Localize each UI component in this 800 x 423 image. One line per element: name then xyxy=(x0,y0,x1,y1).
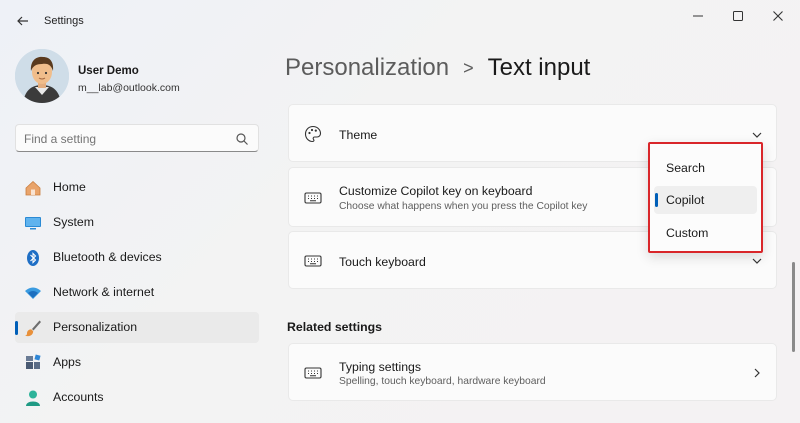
sidebar-item-label: Accounts xyxy=(53,390,104,404)
card-title: Touch keyboard xyxy=(339,255,426,269)
selected-indicator xyxy=(655,193,658,207)
sidebar-item-label: Home xyxy=(53,180,86,194)
brush-icon xyxy=(25,320,41,337)
breadcrumb-separator: > xyxy=(463,57,474,78)
accounts-icon xyxy=(26,390,40,406)
option-label: Search xyxy=(666,161,705,175)
app-title: Settings xyxy=(44,15,84,27)
sidebar-item-personalization[interactable]: Personalization xyxy=(15,312,259,343)
maximize-button[interactable] xyxy=(720,4,756,28)
chevron-down-icon[interactable] xyxy=(750,254,764,268)
minimize-icon xyxy=(693,15,703,17)
chevron-down-icon[interactable] xyxy=(750,128,764,142)
back-button[interactable] xyxy=(10,8,36,34)
sidebar-item-label: Apps xyxy=(53,355,82,369)
search-icon xyxy=(236,133,248,145)
sidebar-item-home[interactable]: Home xyxy=(15,172,259,203)
card-title: Theme xyxy=(339,128,378,142)
profile-email: m__lab@outlook.com xyxy=(78,82,180,94)
bluetooth-icon xyxy=(27,250,39,266)
sidebar-item-label: Network & internet xyxy=(53,285,155,299)
chevron-right-icon[interactable] xyxy=(750,366,764,380)
sidebar-item-label: System xyxy=(53,215,94,229)
apps-icon xyxy=(26,354,41,369)
dropdown-option-search[interactable]: Search xyxy=(654,154,757,182)
card-title: Customize Copilot key on keyboard xyxy=(339,184,533,198)
search-input[interactable] xyxy=(24,130,224,148)
keyboard-icon xyxy=(304,367,322,379)
card-subtitle: Spelling, touch keyboard, hardware keybo… xyxy=(339,376,546,387)
home-icon xyxy=(25,180,41,196)
sidebar-item-apps[interactable]: Apps xyxy=(15,347,259,378)
breadcrumb: Personalization > Text input xyxy=(285,52,590,84)
user-avatar-icon xyxy=(15,49,69,103)
sidebar-item-bluetooth[interactable]: Bluetooth & devices xyxy=(15,242,259,273)
page-title: Text input xyxy=(487,54,591,81)
card-subtitle: Choose what happens when you press the C… xyxy=(339,201,588,212)
search-box[interactable] xyxy=(15,124,259,152)
active-indicator xyxy=(15,321,18,335)
settings-window: Settings User Demo m__lab@outlook.com Fi… xyxy=(0,0,800,423)
sidebar-item-network[interactable]: Network & internet xyxy=(15,277,259,308)
copilot-key-dropdown: Search Copilot Custom xyxy=(648,142,763,253)
maximize-icon xyxy=(733,11,743,21)
minimize-button[interactable] xyxy=(680,4,716,28)
sidebar-item-label: Bluetooth & devices xyxy=(53,250,162,264)
sidebar-item-label: Personalization xyxy=(53,320,138,334)
option-label: Custom xyxy=(666,226,709,240)
card-title: Typing settings xyxy=(339,360,422,374)
scrollbar[interactable] xyxy=(792,262,795,352)
network-icon xyxy=(25,287,41,299)
back-arrow-icon xyxy=(17,16,28,26)
close-icon xyxy=(773,11,783,21)
sidebar-item-accounts[interactable]: Accounts xyxy=(15,382,259,413)
sidebar-item-system[interactable]: System xyxy=(15,207,259,238)
option-label: Copilot xyxy=(666,193,705,207)
breadcrumb-parent[interactable]: Personalization xyxy=(285,54,449,82)
keyboard-icon xyxy=(304,192,322,204)
palette-icon xyxy=(304,125,322,143)
keyboard-icon xyxy=(304,255,322,267)
profile-name: User Demo xyxy=(78,65,139,77)
dropdown-option-copilot[interactable]: Copilot xyxy=(654,186,757,214)
close-button[interactable] xyxy=(760,4,796,28)
section-title: Related settings xyxy=(287,320,382,334)
typing-settings-card[interactable]: Typing settings Spelling, touch keyboard… xyxy=(288,343,777,401)
avatar[interactable] xyxy=(15,49,69,103)
dropdown-option-custom[interactable]: Custom xyxy=(654,219,757,247)
title-bar: Settings xyxy=(0,0,800,40)
system-icon xyxy=(25,217,41,230)
